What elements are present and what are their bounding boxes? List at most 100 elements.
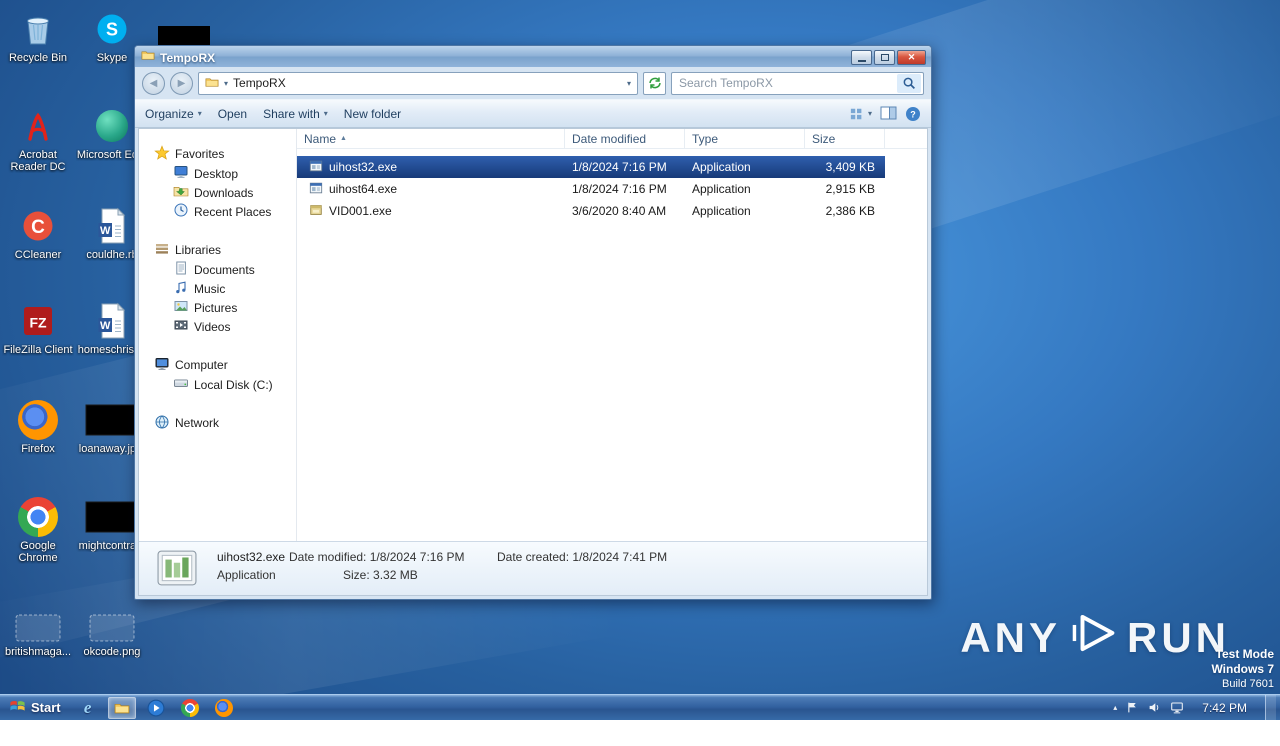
anyrun-play-icon (1071, 610, 1117, 666)
close-button[interactable]: ✕ (897, 50, 926, 65)
start-button[interactable]: Start (0, 695, 70, 720)
skype-icon: S (76, 8, 148, 50)
action-center-flag-icon[interactable] (1126, 701, 1139, 714)
file-row-uihost32-exe[interactable]: uihost32.exe1/8/2024 7:16 PMApplication3… (297, 156, 885, 178)
pictures-icon (173, 298, 189, 317)
desktop-icon-acrobat-reader-dc[interactable]: Acrobat Reader DC (2, 105, 74, 173)
details-date-modified: Date modified: 1/8/2024 7:16 PM (289, 550, 464, 564)
details-file-name: uihost32.exe (217, 550, 285, 564)
column-header-size[interactable]: Size (805, 129, 885, 148)
selected-file-big-icon (157, 550, 197, 589)
svg-text:W: W (100, 320, 111, 332)
window-folder-icon (141, 48, 155, 67)
desktop-icon-label: FileZilla Client (2, 344, 74, 356)
chevron-down-icon: ▾ (324, 109, 328, 118)
recycle-bin-icon (2, 8, 74, 50)
music-icon (173, 279, 189, 298)
column-header-name[interactable]: Name▲ (297, 129, 565, 148)
sidebar-group-network[interactable]: Network (139, 413, 296, 433)
address-bar: ◀ ▶ ▾ TempoRX ▾ Search TempoRX (135, 67, 931, 99)
taskbar-clock[interactable]: 7:42 PM (1193, 701, 1256, 715)
watermark-mode: Test Mode (1211, 647, 1274, 662)
desktop: Recycle BinSSkypeAcrobat Reader DCMicros… (0, 0, 1280, 720)
desktop-icon-google-chrome[interactable]: Google Chrome (2, 496, 74, 564)
address-dropdown-icon[interactable]: ▾ (627, 79, 631, 88)
file-row-uihost64-exe[interactable]: uihost64.exe1/8/2024 7:16 PMApplication2… (297, 178, 885, 200)
desktop-icon-label: CCleaner (2, 249, 74, 261)
file-name: VID001.exe (329, 204, 392, 218)
desktop-icon-recycle-bin[interactable]: Recycle Bin (2, 8, 74, 64)
window-title: TempoRX (160, 51, 215, 65)
desktop-icon-firefox[interactable]: Firefox (2, 399, 74, 455)
sidebar-item-local-disk-c[interactable]: Local Disk (C:) (139, 375, 296, 394)
desktop-icon-filezilla-client[interactable]: FZFileZilla Client (2, 300, 74, 356)
libraries-icon (154, 241, 170, 260)
taskbar-app-media-player-icon[interactable] (142, 697, 170, 719)
window-titlebar[interactable]: TempoRX ✕ (135, 46, 931, 67)
documents-icon (173, 260, 189, 279)
file-size: 2,915 KB (805, 182, 885, 196)
search-icon[interactable] (897, 74, 921, 93)
taskbar-app-ie-icon[interactable]: e (74, 697, 102, 719)
search-input[interactable]: Search TempoRX (671, 72, 924, 95)
open-button[interactable]: Open (218, 107, 247, 121)
breadcrumb-folder-icon (205, 75, 219, 92)
explorer-window: TempoRX ✕ ◀ ▶ ▾ TempoRX ▾ Search TempoRX (134, 45, 932, 600)
taskbar-app-chrome-icon[interactable] (176, 697, 204, 719)
desktop-icon-label: Google Chrome (2, 540, 74, 564)
show-desktop-button[interactable] (1265, 695, 1276, 720)
sidebar-group-libraries[interactable]: Libraries (139, 240, 296, 260)
network-icon[interactable] (1170, 701, 1184, 714)
sort-ascending-icon: ▲ (340, 135, 347, 142)
breadcrumb[interactable]: ▾ TempoRX ▾ (198, 72, 638, 95)
back-button[interactable]: ◀ (142, 72, 165, 95)
sidebar-item-documents[interactable]: Documents (139, 260, 296, 279)
sidebar-item-recent-places[interactable]: Recent Places (139, 202, 296, 221)
refresh-button[interactable] (643, 72, 666, 95)
file-name: uihost64.exe (329, 182, 397, 196)
file-row-vid001-exe[interactable]: VID001.exe3/6/2020 8:40 AMApplication2,3… (297, 200, 885, 222)
minimize-button[interactable] (851, 50, 872, 65)
details-size: Size: 3.32 MB (343, 568, 418, 582)
sidebar-group-computer[interactable]: Computer (139, 355, 296, 375)
sidebar-group-favorites[interactable]: Favorites (139, 144, 296, 164)
details-file-type: Application (217, 568, 276, 582)
new-folder-button[interactable]: New folder (344, 107, 401, 121)
organize-button[interactable]: Organize▾ (145, 107, 202, 121)
sidebar-item-music[interactable]: Music (139, 279, 296, 298)
taskbar-app-explorer-icon[interactable] (108, 697, 136, 719)
local-disk-icon (173, 375, 189, 394)
share-with-button[interactable]: Share with▾ (263, 107, 328, 121)
desktop-icon-label: Recycle Bin (2, 52, 74, 64)
hidden-icons-chevron-icon[interactable]: ▴ (1113, 703, 1117, 712)
sidebar-item-desktop[interactable]: Desktop (139, 164, 296, 183)
breadcrumb-location[interactable]: TempoRX (233, 76, 286, 90)
desktop-icon-label: okcode.png (76, 646, 148, 658)
start-label: Start (31, 700, 61, 715)
sidebar-item-videos[interactable]: Videos (139, 317, 296, 336)
file-date-modified: 1/8/2024 7:16 PM (565, 160, 685, 174)
column-header-date-modified[interactable]: Date modified (565, 129, 685, 148)
desktop-icon-britishmaga[interactable]: britishmaga... (2, 612, 74, 658)
anyrun-brand-left: ANY (960, 614, 1061, 662)
taskbar-app-firefox-icon[interactable] (210, 697, 238, 719)
sidebar-item-downloads[interactable]: Downloads (139, 183, 296, 202)
desktop-icon-label: britishmaga... (2, 646, 74, 658)
views-button[interactable]: ▾ (850, 107, 872, 121)
help-icon[interactable]: ? (905, 106, 921, 122)
column-header-empty (885, 129, 927, 148)
windows-flag-icon (9, 697, 26, 719)
sidebar-item-pictures[interactable]: Pictures (139, 298, 296, 317)
preview-pane-button[interactable] (880, 106, 897, 121)
details-pane: uihost32.exe Application Date modified: … (139, 541, 927, 595)
volume-icon[interactable] (1148, 701, 1161, 714)
forward-button[interactable]: ▶ (170, 72, 193, 95)
desktop-icon-ccleaner[interactable]: CCCleaner (2, 205, 74, 261)
desktop-icon-okcode-png[interactable]: okcode.png (76, 612, 148, 658)
ghost-icon (2, 612, 74, 644)
column-header-type[interactable]: Type (685, 129, 805, 148)
anyrun-watermark: ANY RUN (960, 610, 1230, 666)
file-type: Application (685, 204, 805, 218)
maximize-button[interactable] (874, 50, 895, 65)
chevron-down-icon[interactable]: ▾ (224, 79, 228, 88)
